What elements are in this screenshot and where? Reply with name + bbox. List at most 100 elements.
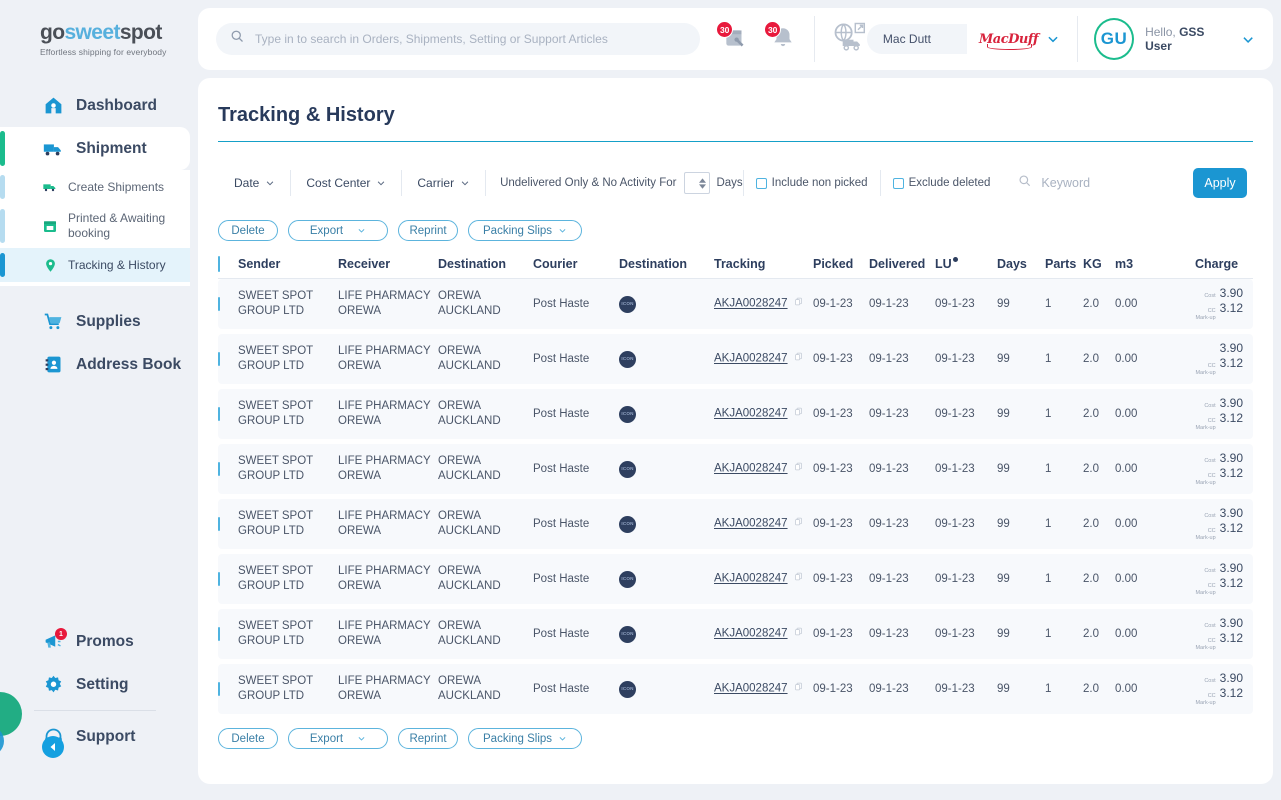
cell-tracking[interactable]: AKJA0028247 xyxy=(714,571,813,586)
sidebar-item-address-book[interactable]: Address Book xyxy=(0,343,190,386)
copy-icon[interactable] xyxy=(794,296,803,311)
bell-notification-button[interactable]: 30 xyxy=(763,21,798,53)
cell-tracking[interactable]: AKJA0028247 xyxy=(714,681,813,696)
cell-destination-icon[interactable]: ICON xyxy=(619,405,714,423)
export-button-bottom[interactable]: Export xyxy=(288,728,388,749)
column-header-delivered[interactable]: Delivered xyxy=(869,257,935,271)
app-logo[interactable]: gosweetspot Effortless shipping for ever… xyxy=(0,0,190,57)
row-select-cell[interactable] xyxy=(218,351,238,367)
global-search[interactable] xyxy=(216,23,700,55)
copy-icon[interactable] xyxy=(794,406,803,421)
tracking-link[interactable]: AKJA0028247 xyxy=(714,628,788,640)
keyword-input[interactable] xyxy=(1041,176,1181,190)
copy-icon[interactable] xyxy=(794,571,803,586)
sidebar-item-shipment[interactable]: Shipment xyxy=(0,127,190,170)
copy-icon[interactable] xyxy=(794,351,803,366)
reprint-button-top[interactable]: Reprint xyxy=(398,220,458,241)
column-header-sender[interactable]: Sender xyxy=(238,257,338,271)
row-checkbox[interactable] xyxy=(218,296,220,311)
row-checkbox[interactable] xyxy=(218,461,220,476)
reprint-button-bottom[interactable]: Reprint xyxy=(398,728,458,749)
column-header-receiver[interactable]: Receiver xyxy=(338,257,438,271)
tracking-link[interactable]: AKJA0028247 xyxy=(714,408,788,420)
cell-destination-icon[interactable]: ICON xyxy=(619,625,714,643)
column-header-lu[interactable]: LU xyxy=(935,257,997,271)
global-shipping-icon[interactable] xyxy=(831,21,867,58)
column-header-kg[interactable]: KG xyxy=(1083,257,1115,271)
tracking-link[interactable]: AKJA0028247 xyxy=(714,573,788,585)
sidebar-item-setting[interactable]: Setting xyxy=(0,663,190,706)
row-select-cell[interactable] xyxy=(218,406,238,422)
sidebar-item-support[interactable]: Support xyxy=(0,715,190,758)
packing-slips-button-bottom[interactable]: Packing Slips xyxy=(468,728,583,749)
delete-button-top[interactable]: Delete xyxy=(218,220,278,241)
row-select-cell[interactable] xyxy=(218,681,238,697)
filter-date[interactable]: Date xyxy=(218,170,292,196)
orders-notification-button[interactable]: 30 xyxy=(715,21,750,53)
lu-info-icon[interactable] xyxy=(952,257,958,263)
exclude-deleted-checkbox[interactable] xyxy=(892,177,904,189)
cell-destination-icon[interactable]: ICON xyxy=(619,295,714,313)
filter-cost-center[interactable]: Cost Center xyxy=(291,170,403,196)
days-stepper[interactable] xyxy=(684,172,711,194)
column-header-parts[interactable]: Parts xyxy=(1045,257,1083,271)
copy-icon[interactable] xyxy=(794,626,803,641)
delete-button-bottom[interactable]: Delete xyxy=(218,728,278,749)
column-header-destination[interactable]: Destination xyxy=(438,257,533,271)
cell-tracking[interactable]: AKJA0028247 xyxy=(714,351,813,366)
table-row[interactable]: SWEET SPOT GROUP LTD LIFE PHARMACY OREWA ORE… xyxy=(218,279,1253,329)
sidebar-item-printed-awaiting[interactable]: Printed & Awaiting booking xyxy=(0,204,190,248)
cell-tracking[interactable]: AKJA0028247 xyxy=(714,406,813,421)
chevron-down-icon[interactable] xyxy=(1046,32,1060,46)
row-select-cell[interactable] xyxy=(218,516,238,532)
tracking-link[interactable]: AKJA0028247 xyxy=(714,353,788,365)
column-header-picked[interactable]: Picked xyxy=(813,257,869,271)
filter-exclude-deleted[interactable]: Exclude deleted xyxy=(879,170,1003,196)
row-checkbox[interactable] xyxy=(218,516,220,531)
keyword-search[interactable] xyxy=(1002,168,1193,198)
include-non-picked-checkbox[interactable] xyxy=(755,177,767,189)
table-row[interactable]: SWEET SPOT GROUP LTD LIFE PHARMACY OREWA ORE… xyxy=(218,499,1253,549)
table-row[interactable]: SWEET SPOT GROUP LTD LIFE PHARMACY OREWA ORE… xyxy=(218,389,1253,439)
sidebar-item-tracking-history[interactable]: Tracking & History xyxy=(0,248,190,282)
export-button-top[interactable]: Export xyxy=(288,220,388,241)
search-input[interactable] xyxy=(255,32,686,46)
tracking-link[interactable]: AKJA0028247 xyxy=(714,463,788,475)
chevron-down-icon[interactable] xyxy=(1241,32,1255,47)
sidebar-item-supplies[interactable]: Supplies xyxy=(0,300,190,343)
select-all-cell[interactable] xyxy=(218,255,238,272)
stepper-arrows-icon[interactable] xyxy=(699,177,707,189)
account-selector[interactable]: Mac Dutt MacDuff xyxy=(866,24,1062,54)
cell-destination-icon[interactable]: ICON xyxy=(619,515,714,533)
row-select-cell[interactable] xyxy=(218,461,238,477)
table-row[interactable]: SWEET SPOT GROUP LTD LIFE PHARMACY OREWA ORE… xyxy=(218,664,1253,714)
cell-destination-icon[interactable]: ICON xyxy=(619,570,714,588)
sidebar-item-create-shipments[interactable]: Create Shipments xyxy=(0,170,190,204)
sidebar-item-dashboard[interactable]: Dashboard xyxy=(0,84,190,127)
tracking-link[interactable]: AKJA0028247 xyxy=(714,298,788,310)
copy-icon[interactable] xyxy=(794,461,803,476)
column-header-charge[interactable]: Charge xyxy=(1195,257,1253,271)
cell-destination-icon[interactable]: ICON xyxy=(619,680,714,698)
apply-button[interactable]: Apply xyxy=(1193,168,1247,198)
row-checkbox[interactable] xyxy=(218,681,220,696)
cell-tracking[interactable]: AKJA0028247 xyxy=(714,626,813,641)
row-select-cell[interactable] xyxy=(218,571,238,587)
table-row[interactable]: SWEET SPOT GROUP LTD LIFE PHARMACY OREWA ORE… xyxy=(218,609,1253,659)
table-row[interactable]: SWEET SPOT GROUP LTD LIFE PHARMACY OREWA ORE… xyxy=(218,444,1253,494)
select-all-checkbox[interactable] xyxy=(218,255,220,272)
tracking-link[interactable]: AKJA0028247 xyxy=(714,683,788,695)
cell-tracking[interactable]: AKJA0028247 xyxy=(714,461,813,476)
cell-tracking[interactable]: AKJA0028247 xyxy=(714,516,813,531)
column-header-days[interactable]: Days xyxy=(997,257,1045,271)
row-checkbox[interactable] xyxy=(218,351,220,366)
sidebar-collapse-button[interactable] xyxy=(42,736,64,758)
column-header-m3[interactable]: m3 xyxy=(1115,257,1195,271)
packing-slips-button-top[interactable]: Packing Slips xyxy=(468,220,583,241)
cell-destination-icon[interactable]: ICON xyxy=(619,460,714,478)
sidebar-item-promos[interactable]: 1 Promos xyxy=(0,620,190,663)
row-checkbox[interactable] xyxy=(218,626,220,641)
filter-include-non-picked[interactable]: Include non picked xyxy=(742,170,880,196)
column-header-tracking[interactable]: Tracking xyxy=(714,257,813,271)
row-checkbox[interactable] xyxy=(218,406,220,421)
